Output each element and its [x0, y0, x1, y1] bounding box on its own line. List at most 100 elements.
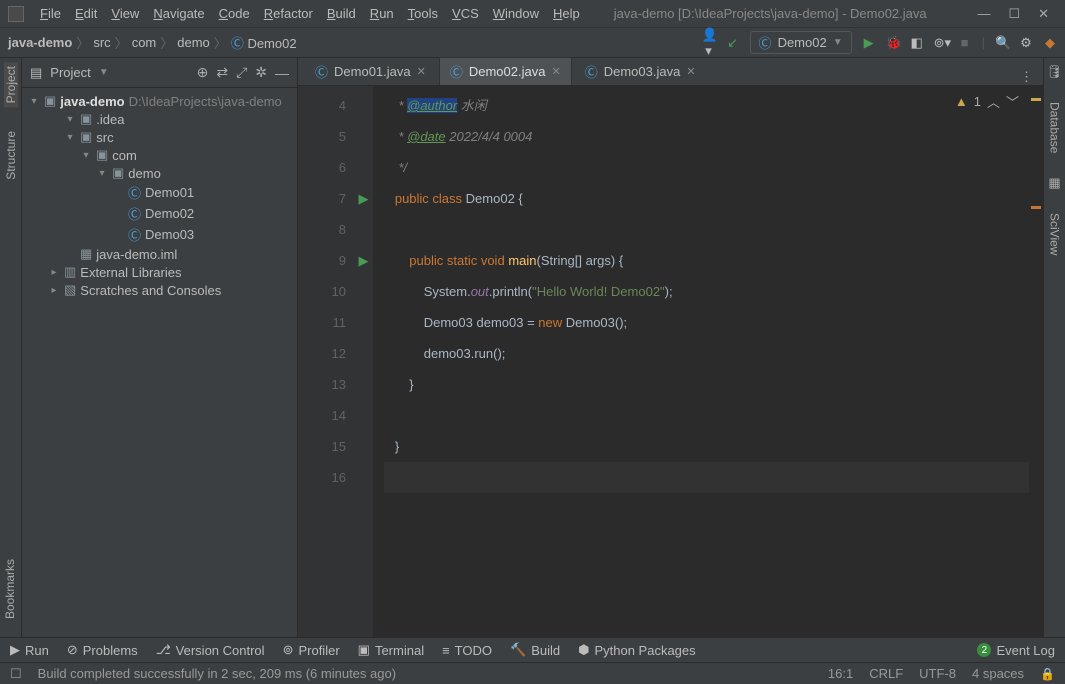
editor-area: ⒸDemo01.java✕ⒸDemo02.java✕ⒸDemo03.java✕ ⋮…	[298, 58, 1043, 637]
line-separator[interactable]: CRLF	[869, 666, 903, 681]
tree-item[interactable]: ▸▧Scratches and Consoles	[26, 281, 293, 299]
editor-scrollbar[interactable]	[1029, 86, 1043, 637]
editor-body[interactable]: 45678910111213141516 ▶▶ * @author 水闲 * @…	[298, 86, 1043, 637]
editor-tabs: ⒸDemo01.java✕ⒸDemo02.java✕ⒸDemo03.java✕ ⋮	[298, 58, 1043, 86]
tree-item[interactable]: ▾▣demo	[26, 164, 293, 182]
tabs-menu-icon[interactable]: ⋮	[1020, 69, 1033, 85]
coverage-icon[interactable]: ◧	[910, 35, 924, 51]
menu-file[interactable]: File	[34, 4, 67, 23]
minimize-icon[interactable]: —	[977, 6, 990, 22]
bottom-tab-profiler[interactable]: ⊚Profiler	[283, 642, 340, 658]
chevron-down-icon: ▼	[833, 37, 843, 48]
menu-navigate[interactable]: Navigate	[147, 4, 210, 23]
event-log[interactable]: 2Event Log	[977, 643, 1055, 658]
profile-icon[interactable]: ⊚▾	[934, 35, 948, 51]
titlebar: FileEditViewNavigateCodeRefactorBuildRun…	[0, 0, 1065, 28]
run-config-label: Demo02	[778, 35, 827, 50]
warning-icon: ▲	[955, 94, 968, 109]
expand-icon[interactable]: ⇄	[216, 64, 228, 81]
toolbar-right: 👤▾ ↙ Ⓒ Demo02 ▼ ▶ 🐞 ◧ ⊚▾ ■ | 🔍 ⚙ ◆	[702, 27, 1057, 59]
tree-item[interactable]: ⒸDemo02	[26, 203, 293, 224]
run-icon[interactable]: ▶	[862, 35, 876, 51]
close-tab-icon[interactable]: ✕	[551, 65, 560, 78]
breadcrumb-item[interactable]: src	[93, 35, 110, 50]
bottom-tab-terminal[interactable]: ▣Terminal	[358, 642, 424, 658]
window-controls: — ☐ ✕	[977, 6, 1057, 22]
user-icon[interactable]: 👤▾	[702, 27, 716, 59]
run-gutter: ▶▶	[354, 86, 374, 637]
project-panel: ▤ Project ▼ ⊕ ⇄ ⤢ ✲ — ▾ ▣ java-demo D:\I…	[22, 58, 298, 637]
target-icon[interactable]: ⊕	[197, 64, 209, 81]
menu-refactor[interactable]: Refactor	[258, 4, 319, 23]
status-box-icon[interactable]: ☐	[10, 666, 22, 682]
menu-code[interactable]: Code	[213, 4, 256, 23]
menu-tools[interactable]: Tools	[402, 4, 444, 23]
tab-bookmarks[interactable]: Bookmarks	[0, 555, 20, 623]
ide-icon[interactable]: ◆	[1043, 35, 1057, 51]
next-highlight-icon[interactable]: ﹀	[1006, 92, 1019, 111]
tab-structure[interactable]: Structure	[4, 127, 18, 184]
run-config-selector[interactable]: Ⓒ Demo02 ▼	[750, 31, 852, 54]
tab-project[interactable]: Project	[4, 62, 18, 107]
close-tab-icon[interactable]: ✕	[417, 65, 426, 78]
menu-window[interactable]: Window	[487, 4, 545, 23]
menu-help[interactable]: Help	[547, 4, 586, 23]
debug-icon[interactable]: 🐞	[886, 35, 900, 51]
tree-root[interactable]: ▾ ▣ java-demo D:\IdeaProjects\java-demo	[26, 92, 293, 110]
close-tab-icon[interactable]: ✕	[686, 65, 695, 78]
window-title: java-demo [D:\IdeaProjects\java-demo] - …	[586, 6, 978, 21]
tree-item[interactable]: ▾▣.idea	[26, 110, 293, 128]
editor-tab[interactable]: ⒸDemo03.java✕	[574, 57, 707, 85]
tree-item[interactable]: ▾▣src	[26, 128, 293, 146]
tree-item[interactable]: ▾▣com	[26, 146, 293, 164]
class-icon: Ⓒ	[450, 62, 463, 81]
bottom-tab-run[interactable]: ▶Run	[10, 642, 49, 658]
file-encoding[interactable]: UTF-8	[919, 666, 956, 681]
panel-title: Project	[50, 65, 90, 80]
tree-item[interactable]: ▸▥External Libraries	[26, 263, 293, 281]
bottom-tab-problems[interactable]: ⊘Problems	[67, 642, 138, 658]
maximize-icon[interactable]: ☐	[1008, 6, 1020, 22]
tree-item[interactable]: ⒸDemo03	[26, 224, 293, 245]
collapse-icon[interactable]: ⤢	[236, 64, 247, 81]
warning-count: 1	[974, 94, 981, 109]
hide-icon[interactable]: —	[275, 65, 289, 81]
lock-icon[interactable]: 🔒	[1040, 667, 1055, 681]
stop-icon[interactable]: ■	[958, 35, 972, 50]
settings-icon[interactable]: ✲	[255, 64, 267, 81]
inspections-widget[interactable]: ▲ 1 ︿ ﹀	[955, 92, 1019, 111]
sync-icon[interactable]: ↙	[726, 35, 740, 51]
menu-view[interactable]: View	[105, 4, 145, 23]
tree-item[interactable]: ⒸDemo01	[26, 182, 293, 203]
indent-setting[interactable]: 4 spaces	[972, 666, 1024, 681]
class-icon: Ⓒ	[759, 33, 772, 52]
database-icon[interactable]: 🛢	[1046, 64, 1063, 80]
bottom-tab-todo[interactable]: ≡TODO	[442, 643, 492, 658]
tab-sciview[interactable]: SciView	[1048, 209, 1062, 259]
app-icon	[8, 6, 24, 22]
bottom-tab-python-packages[interactable]: ⬢Python Packages	[578, 642, 696, 658]
breadcrumb-item[interactable]: com	[132, 35, 157, 50]
bottom-tab-build[interactable]: 🔨Build	[510, 642, 560, 658]
close-icon[interactable]: ✕	[1038, 6, 1049, 22]
bottom-tab-version-control[interactable]: ⎇Version Control	[156, 642, 265, 658]
project-tree: ▾ ▣ java-demo D:\IdeaProjects\java-demo …	[22, 88, 297, 637]
prev-highlight-icon[interactable]: ︿	[987, 92, 1000, 111]
gear-icon[interactable]: ⚙	[1019, 35, 1033, 51]
sciview-icon[interactable]: ▦	[1048, 175, 1060, 191]
breadcrumb-item[interactable]: demo	[177, 35, 210, 50]
breadcrumb-item[interactable]: Ⓒ Demo02	[231, 33, 297, 52]
caret-position[interactable]: 16:1	[828, 666, 853, 681]
search-icon[interactable]: 🔍	[995, 35, 1009, 51]
editor-tab[interactable]: ⒸDemo02.java✕	[439, 57, 572, 85]
chevron-down-icon[interactable]: ▼	[99, 67, 109, 78]
menu-edit[interactable]: Edit	[69, 4, 103, 23]
editor-tab[interactable]: ⒸDemo01.java✕	[304, 57, 437, 85]
breadcrumb-item[interactable]: java-demo	[8, 35, 72, 50]
menu-build[interactable]: Build	[321, 4, 362, 23]
code-area[interactable]: * @author 水闲 * @date 2022/4/4 0004 */ pu…	[374, 86, 1043, 637]
tree-item[interactable]: ▦java-demo.iml	[26, 245, 293, 263]
menu-vcs[interactable]: VCS	[446, 4, 485, 23]
tab-database[interactable]: Database	[1048, 98, 1062, 157]
menu-run[interactable]: Run	[364, 4, 400, 23]
